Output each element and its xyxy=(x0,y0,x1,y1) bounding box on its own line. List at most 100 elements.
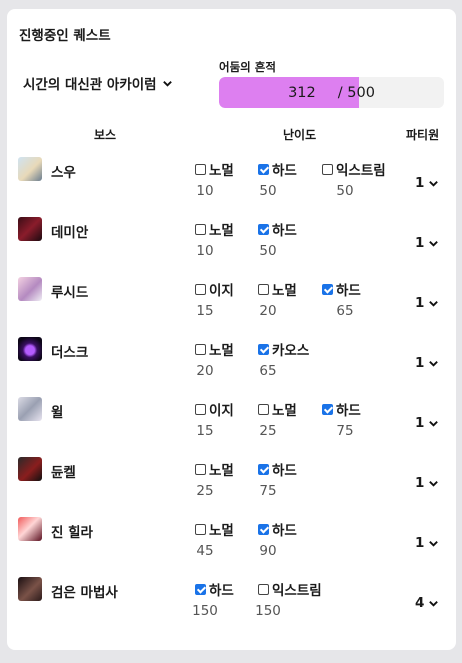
difficulty-value: 25 xyxy=(259,423,277,439)
difficulty-option[interactable]: 노멀 xyxy=(195,339,234,359)
boss-name: 데미안 xyxy=(51,225,89,241)
checkbox-unchecked[interactable] xyxy=(322,163,333,175)
difficulty-label: 노멀 xyxy=(209,463,234,479)
party-size-dropdown[interactable]: 4 xyxy=(415,595,439,611)
chevron-down-icon xyxy=(429,300,439,307)
difficulty-label: 이지 xyxy=(209,283,234,299)
party-size-value: 1 xyxy=(415,475,425,491)
chevron-down-icon xyxy=(162,80,172,87)
difficulty-option[interactable]: 노멀 xyxy=(195,519,234,539)
party-size-dropdown[interactable]: 1 xyxy=(415,175,439,191)
difficulty-label: 하드 xyxy=(272,163,297,179)
difficulty-option[interactable]: 하드 xyxy=(195,579,234,599)
difficulty-option[interactable]: 이지 xyxy=(195,399,234,419)
difficulty-value: 50 xyxy=(259,243,277,259)
progress-max: / 500 xyxy=(337,84,375,101)
checkbox-unchecked[interactable] xyxy=(258,583,269,595)
difficulty-option[interactable]: 노멀 xyxy=(195,219,234,239)
difficulty-option[interactable]: 카오스 xyxy=(258,339,309,359)
party-size-dropdown[interactable]: 1 xyxy=(415,415,439,431)
dusk-portrait-icon xyxy=(18,337,42,361)
party-size-dropdown[interactable]: 1 xyxy=(415,475,439,491)
damien-portrait-icon xyxy=(18,217,42,241)
jin-hilla-portrait-icon xyxy=(18,517,42,541)
checkbox-unchecked[interactable] xyxy=(195,403,206,415)
black-mage-portrait-icon xyxy=(18,577,42,601)
difficulty-label: 하드 xyxy=(272,223,297,239)
boss-name: 스우 xyxy=(51,165,76,181)
checkbox-checked[interactable] xyxy=(258,223,269,235)
checkbox-checked[interactable] xyxy=(195,583,206,595)
difficulty-value: 50 xyxy=(259,183,277,199)
difficulty-option[interactable]: 노멀 xyxy=(195,159,234,179)
checkbox-unchecked[interactable] xyxy=(195,163,206,175)
boss-row: 데미안 노멀 10 하드 50 1 xyxy=(7,215,456,275)
difficulty-value: 150 xyxy=(192,603,218,619)
difficulty-option[interactable]: 하드 xyxy=(322,399,361,419)
difficulty-value: 25 xyxy=(196,483,214,499)
boss-row: 스우 노멀 10 하드 50 익스트림 50 1 xyxy=(7,155,456,215)
difficulty-value: 10 xyxy=(196,183,214,199)
checkbox-checked[interactable] xyxy=(322,283,333,295)
difficulty-option[interactable]: 하드 xyxy=(258,159,297,179)
party-size-dropdown[interactable]: 1 xyxy=(415,355,439,371)
quest-panel: 진행중인 퀘스트 시간의 대신관 아카이럼 어둠의 흔적 312 / 500 보… xyxy=(7,9,456,650)
boss-name: 루시드 xyxy=(51,285,89,301)
difficulty-value: 75 xyxy=(336,423,354,439)
difficulty-value: 15 xyxy=(196,303,214,319)
progress-label: 어둠의 흔적 xyxy=(219,60,276,74)
checkbox-checked[interactable] xyxy=(258,343,269,355)
checkbox-unchecked[interactable] xyxy=(195,463,206,475)
boss-row: 검은 마법사 하드 150 익스트림 150 4 xyxy=(7,575,456,635)
header-difficulty: 난이도 xyxy=(283,128,317,142)
party-size-value: 1 xyxy=(415,295,425,311)
chevron-down-icon xyxy=(429,420,439,427)
difficulty-option[interactable]: 하드 xyxy=(258,219,297,239)
party-size-dropdown[interactable]: 1 xyxy=(415,535,439,551)
difficulty-label: 하드 xyxy=(209,583,234,599)
party-size-value: 1 xyxy=(415,415,425,431)
checkbox-unchecked[interactable] xyxy=(195,523,206,535)
area-select-dropdown[interactable]: 시간의 대신관 아카이럼 xyxy=(23,73,173,93)
progress-bar: 312 / 500 xyxy=(219,77,444,108)
difficulty-option[interactable]: 노멀 xyxy=(258,279,297,299)
checkbox-unchecked[interactable] xyxy=(195,223,206,235)
checkbox-unchecked[interactable] xyxy=(195,343,206,355)
difficulty-option[interactable]: 노멀 xyxy=(258,399,297,419)
checkbox-checked[interactable] xyxy=(258,523,269,535)
checkbox-unchecked[interactable] xyxy=(258,283,269,295)
difficulty-label: 노멀 xyxy=(209,163,234,179)
swoo-portrait-icon xyxy=(18,157,42,181)
checkbox-checked[interactable] xyxy=(258,463,269,475)
difficulty-option[interactable]: 하드 xyxy=(258,459,297,479)
checkbox-unchecked[interactable] xyxy=(258,403,269,415)
party-size-value: 1 xyxy=(415,535,425,551)
chevron-down-icon xyxy=(429,180,439,187)
difficulty-option[interactable]: 하드 xyxy=(258,519,297,539)
boss-row: 더스크 노멀 20 카오스 65 1 xyxy=(7,335,456,395)
difficulty-value: 10 xyxy=(196,243,214,259)
difficulty-option[interactable]: 익스트림 xyxy=(322,159,386,179)
chevron-down-icon xyxy=(429,540,439,547)
party-size-dropdown[interactable]: 1 xyxy=(415,235,439,251)
difficulty-option[interactable]: 익스트림 xyxy=(258,579,322,599)
difficulty-option[interactable]: 하드 xyxy=(322,279,361,299)
difficulty-label: 노멀 xyxy=(209,343,234,359)
party-size-value: 1 xyxy=(415,175,425,191)
difficulty-label: 노멀 xyxy=(272,283,297,299)
progress-current: 312 xyxy=(288,84,316,101)
difficulty-option[interactable]: 노멀 xyxy=(195,459,234,479)
checkbox-checked[interactable] xyxy=(322,403,333,415)
party-size-value: 1 xyxy=(415,235,425,251)
difficulty-value: 150 xyxy=(255,603,281,619)
header-party: 파티원 xyxy=(406,128,440,142)
difficulty-label: 하드 xyxy=(272,523,297,539)
party-size-dropdown[interactable]: 1 xyxy=(415,295,439,311)
difficulty-label: 이지 xyxy=(209,403,234,419)
difficulty-option[interactable]: 이지 xyxy=(195,279,234,299)
difficulty-label: 익스트림 xyxy=(272,583,322,599)
checkbox-unchecked[interactable] xyxy=(195,283,206,295)
chevron-down-icon xyxy=(429,480,439,487)
checkbox-checked[interactable] xyxy=(258,163,269,175)
difficulty-value: 90 xyxy=(259,543,277,559)
